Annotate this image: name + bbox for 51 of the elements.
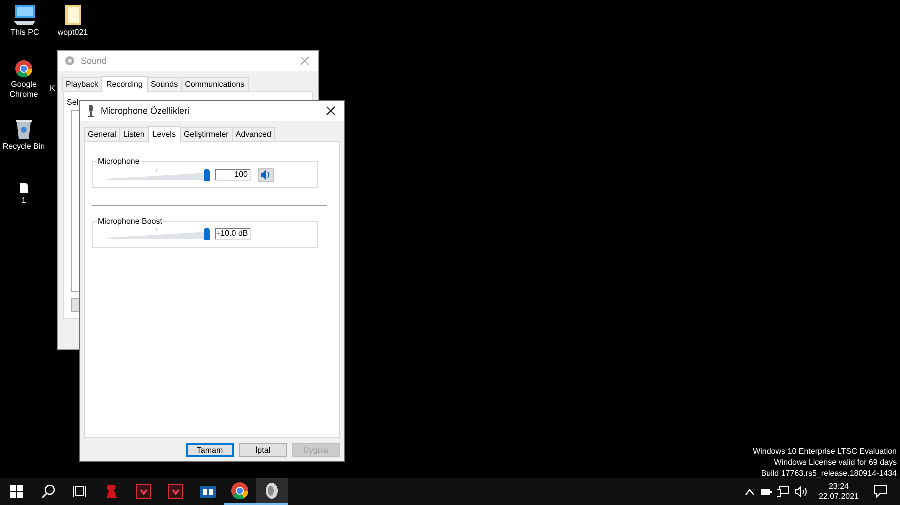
tab[interactable]: Communications [181,77,249,91]
tab[interactable]: Geliştirmeler [180,127,233,141]
group-label: Microphone Boost [97,217,164,226]
value-field[interactable]: 100 [215,169,251,181]
chevron-up-icon[interactable] [744,488,755,496]
activation-text: Windows 10 Enterprise LTSC Evaluation [753,446,897,457]
icon-label: 1 [22,196,26,206]
microphone-icon [87,105,95,117]
window-title: Microphone Özellikleri [101,106,191,116]
icon-label: Google Chrome [8,80,40,100]
icon-label: This PC [10,28,40,38]
group-label: Microphone [97,157,141,166]
folder-icon[interactable] [63,4,83,26]
activation-text: Windows License valid for 69 days [774,457,897,468]
tab[interactable]: Recording [101,76,148,92]
button[interactable]: İptal [239,443,287,457]
chevron-tile-icon [136,484,152,500]
button[interactable]: Tamam [186,443,234,457]
computer-icon[interactable] [12,4,38,26]
file-icon[interactable] [19,182,29,194]
recycle-bin-icon[interactable] [15,118,33,140]
instruction-text: Sel [67,98,79,107]
icon-label: wopt021 [58,28,88,38]
value-field[interactable]: +10.0 dB [215,228,252,240]
tab[interactable]: General [84,127,120,141]
network-icon[interactable] [776,486,790,498]
volume-icon[interactable] [794,486,808,498]
close-icon[interactable] [326,106,336,116]
notification-icon[interactable] [874,485,888,498]
chrome-icon [231,482,249,500]
windows-start-icon [8,484,24,499]
chevron-tile-icon [168,484,184,500]
slider-thumb[interactable] [204,169,210,181]
slider-thumb[interactable] [204,228,210,240]
window-title: Sound [81,56,108,66]
search-icon [40,484,56,499]
icon-label: Recycle Bin [2,142,46,152]
tab[interactable]: Playback [62,77,102,91]
battery-icon[interactable] [760,486,772,496]
tab[interactable]: Levels [148,126,181,142]
taskbar-button[interactable] [256,478,288,505]
slider[interactable] [108,228,208,240]
mute-button[interactable] [258,168,274,182]
task-view-icon [72,484,88,499]
slider[interactable] [108,169,208,181]
activation-text: Build 17763.rs5_release.180914-1434 [761,468,897,479]
panels-app-icon [200,484,216,500]
chrome-icon[interactable] [15,60,33,78]
clock[interactable]: 23:24 22.07.2021 [818,482,859,502]
tab[interactable]: Advanced [232,127,276,141]
icon-label: K [50,84,56,93]
